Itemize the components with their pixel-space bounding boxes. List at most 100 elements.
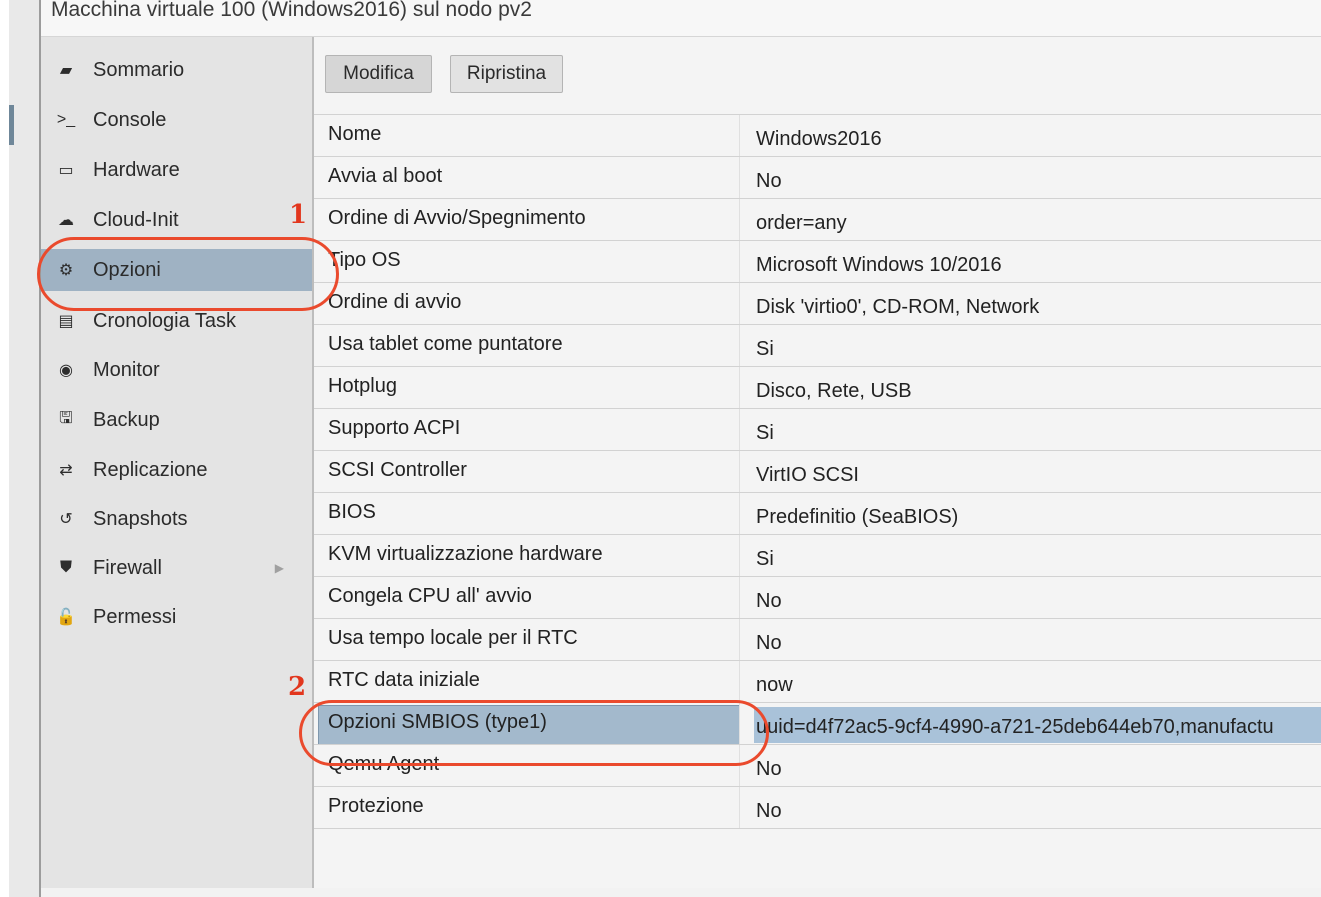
- option-row[interactable]: Hotplug Disco, Rete, USB: [314, 366, 1321, 409]
- sidebar-item-firewall[interactable]: ⛊ Firewall ▶: [41, 547, 312, 589]
- column-divider: [739, 577, 740, 619]
- option-key: Ordine di avvio: [328, 291, 462, 313]
- sidebar-item-label: Backup: [93, 408, 160, 431]
- resource-tree-edge: [9, 0, 41, 897]
- sidebar-item-hardware[interactable]: ▭ Hardware: [41, 149, 312, 191]
- shield-icon: ⛊: [59, 559, 72, 576]
- options-toolbar: Modifica Ripristina: [314, 37, 1321, 112]
- column-divider: [739, 157, 740, 199]
- option-key: KVM virtualizzazione hardware: [328, 543, 603, 565]
- sidebar-item-replicazione[interactable]: ⇄ Replicazione: [41, 449, 312, 491]
- option-row[interactable]: Ordine di Avvio/Spegnimento order=any: [314, 198, 1321, 241]
- column-divider: [739, 367, 740, 409]
- column-divider: [739, 535, 740, 577]
- column-divider: [739, 325, 740, 367]
- sidebar-item-monitor[interactable]: ◉ Monitor: [41, 349, 312, 391]
- column-divider: [739, 409, 740, 451]
- sidebar-item-label: Monitor: [93, 358, 160, 381]
- option-value: Disk 'virtio0', CD-ROM, Network: [756, 296, 1040, 318]
- option-key: Protezione: [328, 795, 424, 817]
- option-key: Usa tablet come puntatore: [328, 333, 563, 355]
- option-row[interactable]: SCSI Controller VirtIO SCSI: [314, 450, 1321, 493]
- column-divider: [739, 787, 740, 829]
- column-divider: [739, 493, 740, 535]
- option-value: Microsoft Windows 10/2016: [756, 254, 1002, 276]
- grid-bottom-border: [314, 828, 1321, 830]
- screen-bezel: [0, 0, 9, 897]
- option-value: No: [756, 632, 782, 654]
- column-divider: [739, 661, 740, 703]
- option-row[interactable]: Tipo OS Microsoft Windows 10/2016: [314, 240, 1321, 283]
- sidebar-item-permessi[interactable]: 🔓 Permessi: [41, 596, 312, 638]
- option-row[interactable]: Avvia al boot No: [314, 156, 1321, 199]
- option-key: BIOS: [328, 501, 376, 523]
- option-value: Windows2016: [756, 128, 882, 150]
- option-row[interactable]: RTC data iniziale now: [314, 660, 1321, 703]
- column-divider: [739, 451, 740, 493]
- option-row[interactable]: Usa tempo locale per il RTC No: [314, 618, 1321, 661]
- option-key: RTC data iniziale: [328, 669, 480, 691]
- sidebar-item-label: Firewall: [93, 556, 162, 579]
- sidebar-item-label: Replicazione: [93, 458, 208, 481]
- monitor-icon: ▭: [58, 162, 74, 179]
- option-row[interactable]: Supporto ACPI Si: [314, 408, 1321, 451]
- annotation-marker-1: 1: [289, 200, 308, 230]
- option-key: Avvia al boot: [328, 165, 443, 187]
- history-icon: ↺: [59, 511, 73, 528]
- option-value: uuid=d4f72ac5-9cf4-4990-a721-25deb644eb7…: [756, 716, 1274, 738]
- option-key: SCSI Controller: [328, 459, 467, 481]
- option-key: Supporto ACPI: [328, 417, 461, 439]
- option-value: Disco, Rete, USB: [756, 380, 912, 402]
- option-row[interactable]: BIOS Predefinitio (SeaBIOS): [314, 492, 1321, 535]
- sidebar-item-label: Hardware: [93, 158, 180, 181]
- option-row[interactable]: KVM virtualizzazione hardware Si: [314, 534, 1321, 577]
- expand-arrow-icon[interactable]: ▶: [275, 561, 284, 575]
- sidebar-item-backup[interactable]: 🖫 Backup: [41, 399, 312, 441]
- sidebar-item-sommario[interactable]: ▰ Sommario: [41, 49, 312, 91]
- sidebar-item-label: Permessi: [93, 605, 177, 628]
- edit-button[interactable]: Modifica: [325, 55, 432, 93]
- sidebar-item-label: Sommario: [93, 58, 185, 81]
- option-key: Hotplug: [328, 375, 397, 397]
- option-row[interactable]: Nome Windows2016: [314, 114, 1321, 157]
- sidebar-item-label: Console: [93, 108, 167, 131]
- panel-title-bar: Macchina virtuale 100 (Windows2016) sul …: [41, 0, 1321, 37]
- annotation-ring-opzioni: [37, 237, 339, 311]
- vm-nav-sidebar: ▰ Sommario >_ Console ▭ Hardware ☁ Cloud-Init ⚙ O…: [41, 37, 314, 888]
- annotation-marker-2: 2: [288, 672, 307, 702]
- sidebar-item-snapshots[interactable]: ↺ Snapshots: [41, 498, 312, 540]
- option-value: Si: [756, 338, 774, 360]
- option-row[interactable]: Ordine di avvio Disk 'virtio0', CD-ROM, N…: [314, 282, 1321, 325]
- sidebar-item-label: Cronologia Task: [93, 309, 237, 332]
- option-value: order=any: [756, 212, 847, 234]
- option-value: No: [756, 170, 782, 192]
- option-row[interactable]: Congela CPU all' avvio No: [314, 576, 1321, 619]
- sidebar-item-cloud-init[interactable]: ☁ Cloud-Init: [41, 199, 312, 241]
- option-key: Ordine di Avvio/Spegnimento: [328, 207, 586, 229]
- retweet-icon: ⇄: [59, 462, 73, 479]
- annotation-ring-smbios: [299, 700, 769, 766]
- option-value: No: [756, 800, 782, 822]
- terminal-icon: >_: [56, 111, 76, 128]
- book-icon: ▰: [59, 62, 73, 79]
- option-key: Usa tempo locale per il RTC: [328, 627, 578, 649]
- eye-icon: ◉: [59, 362, 73, 379]
- option-value: VirtIO SCSI: [756, 464, 859, 486]
- option-value: Si: [756, 422, 774, 444]
- list-icon: ▤: [58, 313, 74, 330]
- option-row[interactable]: Usa tablet come puntatore Si: [314, 324, 1321, 367]
- option-value: Si: [756, 548, 774, 570]
- option-row[interactable]: Protezione No: [314, 786, 1321, 829]
- column-divider: [739, 115, 740, 157]
- sidebar-item-console[interactable]: >_ Console: [41, 99, 312, 141]
- column-divider: [739, 241, 740, 283]
- option-key: Congela CPU all' avvio: [328, 585, 532, 607]
- option-value: No: [756, 590, 782, 612]
- sidebar-item-label: Cloud-Init: [93, 208, 179, 231]
- panel-title: Macchina virtuale 100 (Windows2016) sul …: [51, 0, 532, 21]
- option-value: now: [756, 674, 793, 696]
- revert-button[interactable]: Ripristina: [450, 55, 563, 93]
- column-divider: [739, 283, 740, 325]
- sidebar-item-label: Snapshots: [93, 507, 188, 530]
- option-key: Nome: [328, 123, 382, 145]
